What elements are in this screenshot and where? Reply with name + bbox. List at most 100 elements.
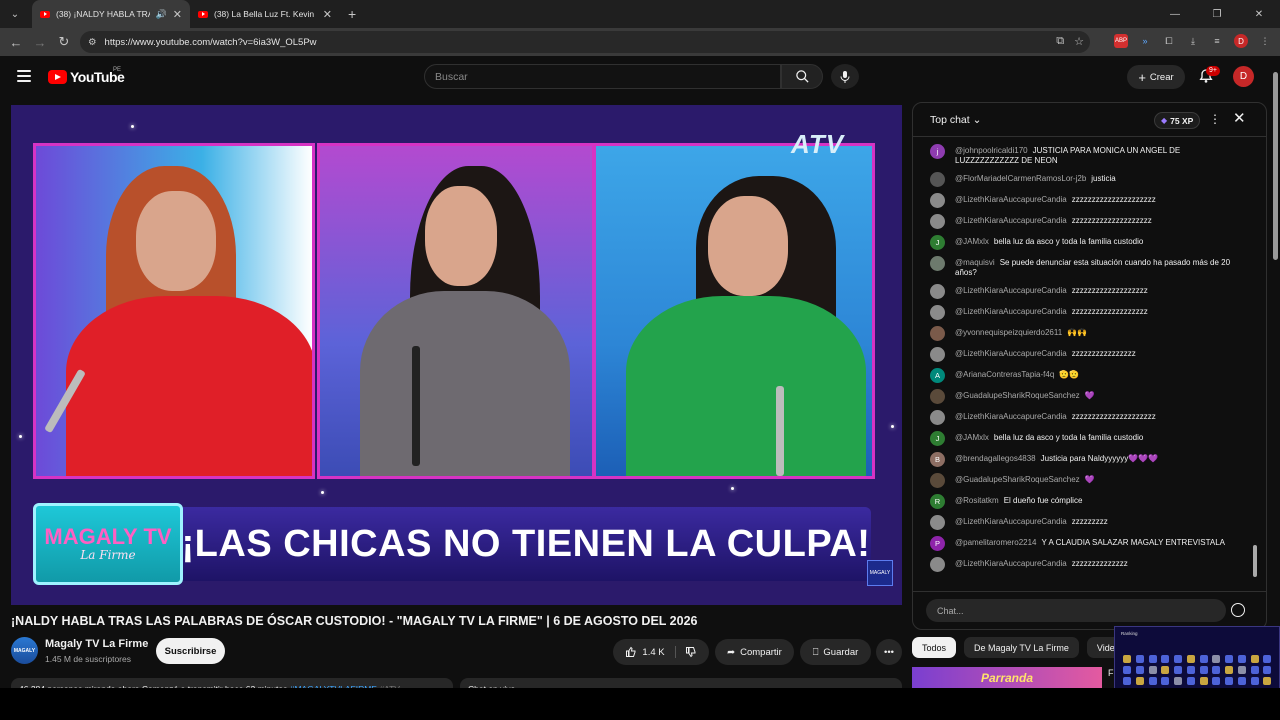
chat-message[interactable]: @LizethKiaraAuccapureCandia zzzzzzzzzzzzz… — [913, 407, 1253, 428]
extensions-puzzle-icon[interactable]: ⧠ — [1162, 34, 1176, 48]
chat-message[interactable]: @LizethKiaraAuccapureCandia zzzzzzzzz — [913, 512, 1253, 533]
restore-icon[interactable]: ❐ — [1196, 9, 1238, 20]
search-input[interactable]: Buscar — [424, 64, 781, 89]
chat-author-name[interactable]: @GuadalupeSharikRoqueSanchez — [955, 475, 1080, 484]
chat-author-avatar[interactable]: A — [930, 368, 945, 383]
new-tab-icon[interactable]: + — [348, 6, 356, 22]
chat-author-name[interactable]: @yvonnequispeizquierdo2611 — [955, 328, 1062, 337]
user-avatar[interactable]: D — [1233, 66, 1254, 87]
chat-author-avatar[interactable]: j — [930, 144, 945, 159]
chat-author-name[interactable]: @GuadalupeSharikRoqueSanchez — [955, 391, 1080, 400]
chat-message[interactable]: P @pamelitaromero2214 Y A CLAUDIA SALAZAR … — [913, 533, 1253, 554]
chat-author-name[interactable]: @LizethKiaraAuccapureCandia — [955, 517, 1067, 526]
chat-message[interactable]: @LizethKiaraAuccapureCandia zzzzzzzzzzzzz… — [913, 554, 1253, 575]
chat-author-name[interactable]: @JAMxlx — [955, 237, 989, 246]
chat-author-avatar[interactable] — [930, 256, 945, 271]
chat-message[interactable]: @LizethKiaraAuccapureCandia zzzzzzzzzzzzz… — [913, 302, 1253, 323]
site-info-icon[interactable]: ⚙ — [88, 37, 97, 48]
chat-author-avatar[interactable]: J — [930, 235, 945, 250]
chat-more-icon[interactable]: ⋮ — [1209, 112, 1221, 126]
chat-mode-dropdown[interactable]: Top chat ⌄ — [930, 114, 981, 126]
chat-message[interactable]: A @ArianaContrerasTapia-f4q 🫡🫡 — [913, 365, 1253, 386]
back-icon[interactable]: ← — [4, 35, 28, 50]
xp-badge[interactable]: ◆ 75 XP — [1154, 112, 1201, 129]
chat-scrollbar-thumb[interactable] — [1253, 545, 1257, 577]
chat-message[interactable]: B @brendagallegos4838 Justicia para Naldyy… — [913, 449, 1253, 470]
chat-author-avatar[interactable] — [930, 193, 945, 208]
related-video-title[interactable]: F — [1108, 668, 1114, 678]
chat-author-name[interactable]: @LizethKiaraAuccapureCandia — [955, 195, 1067, 204]
chat-author-avatar[interactable]: R — [930, 494, 945, 509]
search-button[interactable] — [781, 64, 823, 89]
chat-author-avatar[interactable] — [930, 410, 945, 425]
chat-input[interactable]: Chat... — [926, 599, 1226, 622]
chat-author-name[interactable]: @LizethKiaraAuccapureCandia — [955, 349, 1067, 358]
tab-search-icon[interactable]: ⌄ — [4, 3, 26, 25]
chat-author-name[interactable]: @Rositatkm — [955, 496, 999, 505]
thumbs-down-icon[interactable] — [685, 646, 697, 658]
chat-author-avatar[interactable] — [930, 389, 945, 404]
chat-message[interactable]: @yvonnequispeizquierdo2611 🙌🙌 — [913, 323, 1253, 344]
video-player[interactable]: ATV ¡LAS CHICAS NO TIENEN LA CULPA! MAGA… — [11, 105, 902, 605]
chat-author-avatar[interactable] — [930, 305, 945, 320]
chat-author-avatar[interactable] — [930, 214, 945, 229]
share-button[interactable]: ➦ Compartir — [715, 639, 794, 665]
browser-profile-avatar[interactable]: D — [1234, 34, 1248, 48]
adblock-icon[interactable]: ABP — [1114, 34, 1128, 48]
chat-message[interactable]: J @JAMxlx bella luz da asco y toda la fami… — [913, 428, 1253, 449]
chat-author-avatar[interactable] — [930, 284, 945, 299]
page-scrollbar[interactable] — [1270, 60, 1280, 688]
voice-search-button[interactable] — [831, 64, 859, 89]
speaker-icon[interactable]: 🔊 — [156, 9, 167, 20]
chat-author-name[interactable]: @pamelitaromero2214 — [955, 538, 1037, 547]
close-tab-icon[interactable]: ✕ — [323, 8, 332, 21]
chat-author-avatar[interactable] — [930, 326, 945, 341]
browser-menu-icon[interactable]: ⋮ — [1258, 34, 1272, 48]
reload-icon[interactable]: ↻ — [52, 34, 76, 50]
subscribe-button[interactable]: Suscribirse — [156, 638, 225, 664]
related-video-thumbnail[interactable]: Parranda — [912, 667, 1102, 689]
page-scrollbar-thumb[interactable] — [1273, 72, 1278, 260]
chat-author-name[interactable]: @LizethKiaraAuccapureCandia — [955, 412, 1067, 421]
channel-avatar[interactable]: MAGALY — [11, 637, 38, 664]
chat-author-name[interactable]: @LizethKiaraAuccapureCandia — [955, 216, 1067, 225]
chip-all[interactable]: Todos — [912, 637, 957, 658]
close-chat-icon[interactable]: ✕ — [1233, 109, 1246, 127]
chat-scrollbar[interactable] — [1252, 139, 1258, 591]
chat-author-name[interactable]: @maquisvi — [955, 258, 995, 267]
browser-tab[interactable]: (38) La Bella Luz Ft. Kevin Pedra ✕ — [190, 0, 340, 28]
audio-extension-icon[interactable]: » — [1138, 34, 1152, 48]
close-window-icon[interactable]: ✕ — [1238, 9, 1280, 20]
chat-author-name[interactable]: @LizethKiaraAuccapureCandia — [955, 286, 1067, 295]
save-button[interactable]: ⎕ Guardar — [800, 639, 871, 665]
chat-author-avatar[interactable] — [930, 473, 945, 488]
more-actions-button[interactable]: ••• — [876, 639, 902, 665]
chat-author-name[interactable]: @LizethKiaraAuccapureCandia — [955, 559, 1067, 568]
chat-message[interactable]: @LizethKiaraAuccapureCandia zzzzzzzzzzzzz… — [913, 344, 1253, 365]
chat-author-avatar[interactable] — [930, 515, 945, 530]
chat-author-name[interactable]: @JAMxlx — [955, 433, 989, 442]
chat-author-avatar[interactable] — [930, 347, 945, 362]
close-tab-icon[interactable]: ✕ — [173, 8, 182, 21]
hamburger-menu-icon[interactable] — [17, 70, 31, 82]
chat-message[interactable]: @maquisvi Se puede denunciar esta situaci… — [913, 253, 1253, 281]
chat-message[interactable]: @LizethKiaraAuccapureCandia zzzzzzzzzzzzz… — [913, 190, 1253, 211]
chat-author-avatar[interactable] — [930, 557, 945, 572]
chat-message[interactable]: j @johnpoolricaldi170 JUSTICIA PARA MONICA… — [913, 141, 1253, 169]
chat-author-avatar[interactable]: P — [930, 536, 945, 551]
chip-channel[interactable]: De Magaly TV La Firme — [964, 637, 1079, 658]
chat-author-avatar[interactable]: J — [930, 431, 945, 446]
browser-tab-active[interactable]: (38) ¡NALDY HABLA TRAS L 🔊 ✕ — [32, 0, 190, 28]
chat-author-avatar[interactable]: B — [930, 452, 945, 467]
like-button[interactable]: 1.4 K — [625, 646, 676, 658]
chat-author-avatar[interactable] — [930, 172, 945, 187]
chat-message[interactable]: @LizethKiaraAuccapureCandia zzzzzzzzzzzzz… — [913, 281, 1253, 302]
chat-message[interactable]: J @JAMxlx bella luz da asco y toda la fami… — [913, 232, 1253, 253]
forward-icon[interactable]: → — [28, 35, 52, 50]
chat-author-name[interactable]: @ArianaContrerasTapia-f4q — [955, 370, 1054, 379]
chat-author-name[interactable]: @LizethKiaraAuccapureCandia — [955, 307, 1067, 316]
chat-message[interactable]: @LizethKiaraAuccapureCandia zzzzzzzzzzzzz… — [913, 211, 1253, 232]
chat-message[interactable]: @GuadalupeSharikRoqueSanchez 💜 — [913, 470, 1253, 491]
chat-author-name[interactable]: @johnpoolricaldi170 — [955, 146, 1028, 155]
address-bar[interactable]: ⚙ https://www.youtube.com/watch?v=6ia3W_… — [80, 31, 1090, 53]
